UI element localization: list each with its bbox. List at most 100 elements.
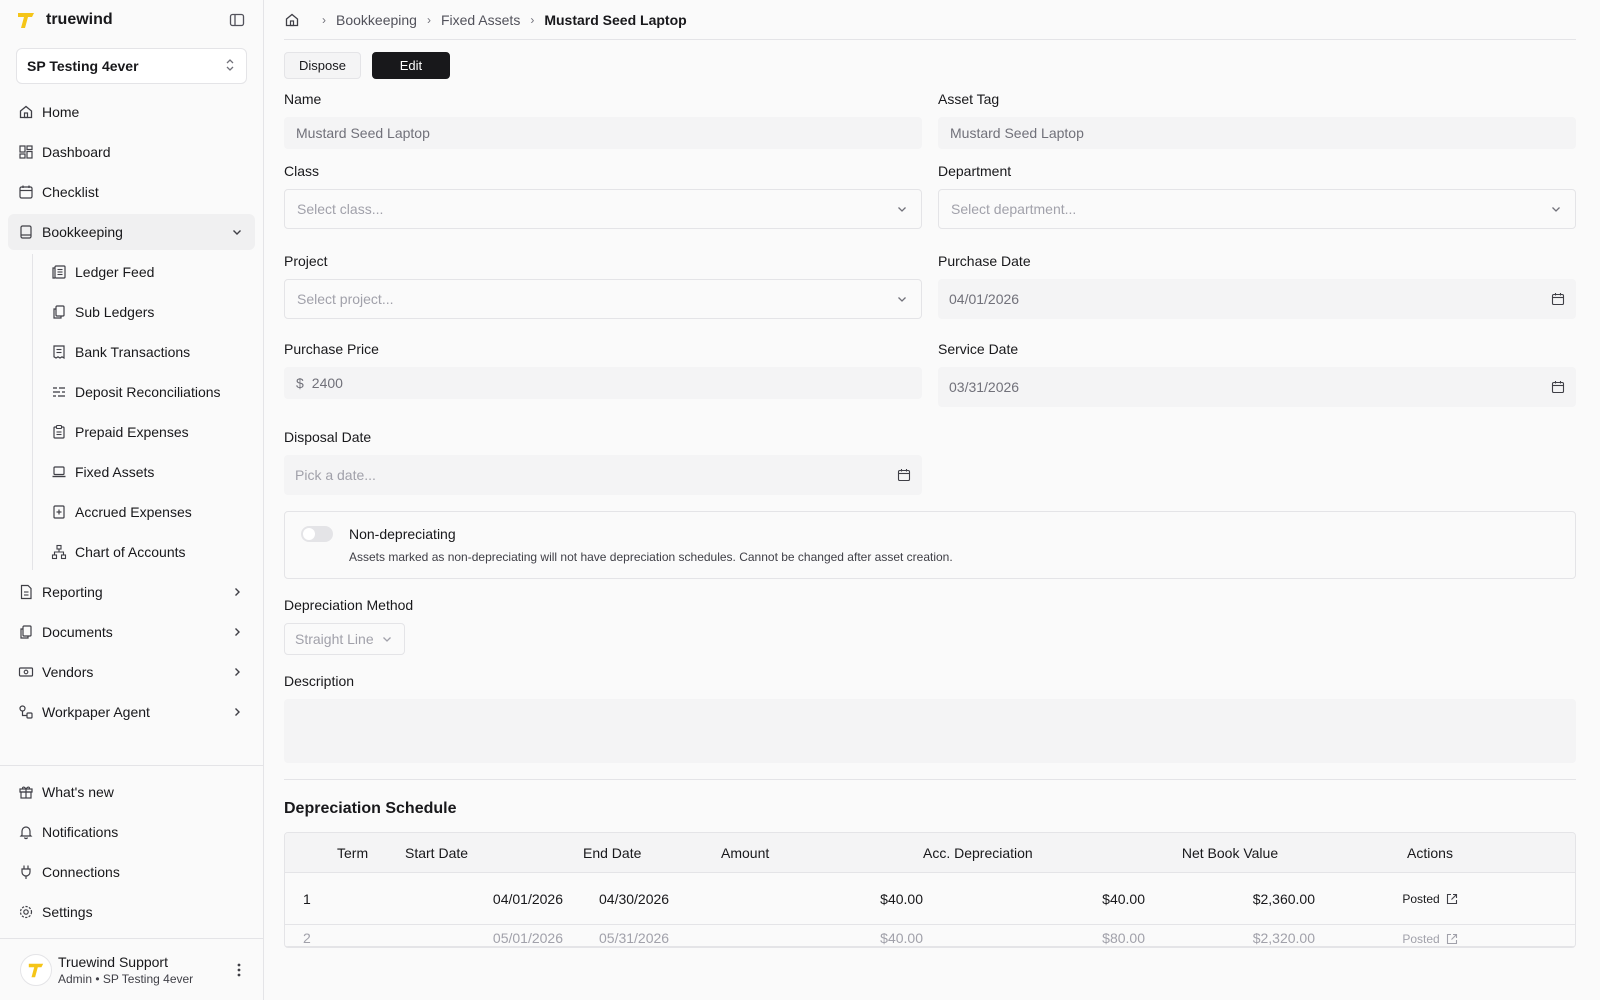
sidebar-item-label: Bookkeeping [42,224,123,240]
posted-label: Posted [1402,932,1440,946]
sidebar-item-label: Prepaid Expenses [75,424,189,440]
chevron-down-icon [1549,202,1563,216]
sidebar-item-reporting[interactable]: Reporting [8,574,255,610]
bell-icon [18,824,34,840]
cell-acc-depreciation: $80.00 [1102,930,1145,946]
purchase-date-label: Purchase Date [938,253,1031,269]
asset-tag-input[interactable]: Mustard Seed Laptop [938,117,1576,149]
disposal-date-field-group: Disposal Date Pick a date... [284,429,922,495]
service-date-value: 03/31/2026 [949,379,1020,395]
cell-start-date: 05/01/2026 [492,930,563,946]
gift-icon [18,784,34,800]
user-info: Truewind Support Admin • SP Testing 4eve… [58,954,231,986]
project-placeholder: Select project... [297,291,394,307]
chevron-up-down-icon [224,58,236,75]
header-actions: Actions [1407,844,1453,861]
class-select[interactable]: Select class... [284,189,922,229]
sidebar-item-label: Documents [42,624,113,640]
class-placeholder: Select class... [297,201,384,217]
brand-name: truewind [46,11,113,28]
asset-tag-field-group: Asset Tag Mustard Seed Laptop [938,91,1576,149]
chevron-right-icon [229,704,245,720]
purchase-date-field-group: Purchase Date 04/01/2026 [938,253,1576,319]
posted-link[interactable]: Posted [1402,892,1457,906]
cell-actions: Posted [1315,892,1545,906]
clipboard-icon [51,424,67,440]
sidebar-footer: What's new Notifications Connections Set… [0,765,263,1000]
description-textarea[interactable] [284,699,1576,763]
service-date-input[interactable]: 03/31/2026 [938,367,1576,407]
department-select[interactable]: Select department... [938,189,1576,229]
chevron-right-icon [229,584,245,600]
cell-term: 2 [303,930,311,946]
asset-tag-label: Asset Tag [938,91,1000,107]
project-select[interactable]: Select project... [284,279,922,319]
sidebar-item-whats-new[interactable]: What's new [8,774,255,810]
plug-icon [18,864,34,880]
chevron-right-icon: › [530,12,535,27]
header-end-date: End Date [583,844,642,861]
sidebar-item-sub-ledgers[interactable]: Sub Ledgers [41,294,255,330]
sidebar-item-label: Chart of Accounts [75,544,186,560]
depreciation-method-value: Straight Line [295,631,374,647]
non-depreciating-switch[interactable] [301,526,333,542]
sidebar-item-label: Home [42,104,80,120]
sidebar-item-documents[interactable]: Documents [8,614,255,650]
sidebar-item-settings[interactable]: Settings [8,894,255,930]
organization-select[interactable]: SP Testing 4ever [16,48,247,84]
sidebar-item-connections[interactable]: Connections [8,854,255,890]
purchase-date-input[interactable]: 04/01/2026 [938,279,1576,319]
sidebar-item-fixed-assets[interactable]: Fixed Assets [41,454,255,490]
sidebar-item-chart-of-accounts[interactable]: Chart of Accounts [41,534,255,570]
cell-term: 1 [303,890,311,907]
cell-end-date: 04/30/2026 [599,890,670,907]
cell-actions: Posted [1315,932,1545,946]
class-label: Class [284,163,320,179]
agent-icon [18,704,34,720]
sidebar: truewind SP Testing 4ever Home Dashboard [0,0,264,1000]
depreciation-method-label: Depreciation Method [284,597,414,613]
dispose-button[interactable]: Dispose [284,52,361,79]
service-date-label: Service Date [938,341,1019,357]
sidebar-item-ledger-feed[interactable]: Ledger Feed [41,254,255,290]
sidebar-item-deposit-reconciliations[interactable]: Deposit Reconciliations [41,374,255,410]
sidebar-item-prepaid-expenses[interactable]: Prepaid Expenses [41,414,255,450]
breadcrumb-bookkeeping[interactable]: Bookkeeping [336,12,417,28]
sidebar-item-bookkeeping[interactable]: Bookkeeping [8,214,255,250]
organization-select-value: SP Testing 4ever [27,58,139,74]
depreciation-method-select[interactable]: Straight Line [284,623,405,655]
breadcrumb-fixed-assets[interactable]: Fixed Assets [441,12,520,28]
user-profile[interactable]: Truewind Support Admin • SP Testing 4eve… [0,938,263,1000]
department-label: Department [938,163,1012,179]
posted-link[interactable]: Posted [1402,932,1457,946]
name-input[interactable]: Mustard Seed Laptop [284,117,922,149]
sidebar-item-accrued-expenses[interactable]: Accrued Expenses [41,494,255,530]
currency-symbol: $ [296,375,304,391]
avatar [20,953,52,986]
sidebar-item-dashboard[interactable]: Dashboard [8,134,255,170]
sidebar-item-label: Connections [42,864,120,880]
more-vertical-icon[interactable] [231,962,247,978]
breadcrumb: › Bookkeeping › Fixed Assets › Mustard S… [284,0,1576,40]
table-row: 2 05/01/2026 05/31/2026 $40.00 $80.00 $2… [285,925,1575,947]
purchase-price-input[interactable]: $ 2400 [284,367,922,399]
edit-button[interactable]: Edit [371,52,450,79]
empty-cell [938,407,1576,495]
sidebar-item-workpaper-agent[interactable]: Workpaper Agent [8,694,255,730]
sidebar-item-checklist[interactable]: Checklist [8,174,255,210]
truewind-logo-icon [18,13,34,28]
table-row: 1 04/01/2026 04/30/2026 $40.00 $40.00 $2… [285,873,1575,925]
sidebar-item-home[interactable]: Home [8,94,255,130]
table-header: Term Start Date End Date Amount Acc. Dep… [285,833,1575,873]
calendar-icon [897,468,911,482]
sidebar-toggle-icon[interactable] [227,10,247,30]
external-link-icon [1446,893,1457,904]
sidebar-item-vendors[interactable]: Vendors [8,654,255,690]
sidebar-item-label: Checklist [42,184,99,200]
disposal-date-input[interactable]: Pick a date... [284,455,922,495]
home-icon[interactable] [284,12,300,28]
sidebar-item-notifications[interactable]: Notifications [8,814,255,850]
cell-amount: $40.00 [880,930,923,946]
sidebar-item-bank-transactions[interactable]: Bank Transactions [41,334,255,370]
purchase-price-field-group: Purchase Price $ 2400 [284,341,922,407]
